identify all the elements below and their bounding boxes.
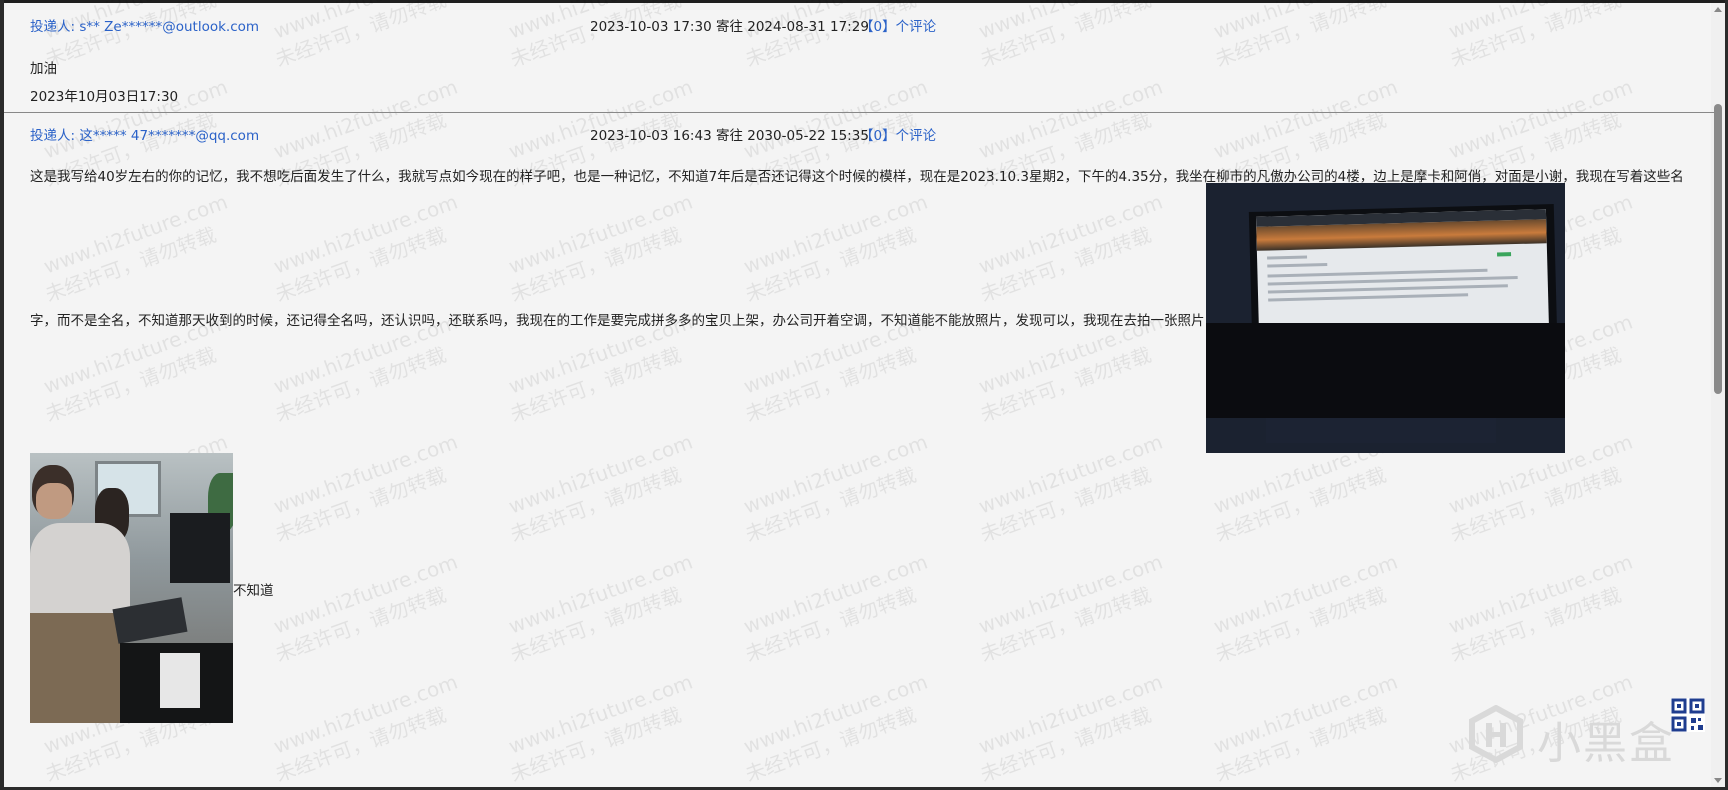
xiaoheihe-logo-text: 小黑盒 [1537, 718, 1675, 769]
entry-2-caption: 不知道 [233, 583, 274, 599]
qr-code-icon [1671, 698, 1705, 732]
entry-1-sent-at: 2023-10-03 17:30 [590, 19, 712, 35]
entry-divider [4, 112, 1714, 113]
entry-1-comment-count: 【0】 [860, 19, 896, 35]
entry-1-dates: 2023-10-03 17:30 寄往 2024-08-31 17:29 [590, 15, 869, 35]
entry-2-body-line-2: 字，而不是全名，不知道那天收到的时候，还记得全名吗，还认识吗，还联系吗，我现在的… [30, 313, 1205, 329]
office-photo[interactable] [30, 453, 233, 723]
entry-2-comments-link[interactable]: 【0】个评论 [860, 124, 936, 144]
xiaoheihe-hexagon-icon [1469, 705, 1523, 763]
entry-2-sender-prefix: 投递人: [30, 128, 76, 144]
entry-2-sent-at: 2023-10-03 16:43 [590, 128, 712, 144]
monitor-photo[interactable] [1206, 183, 1565, 453]
letter-list: 投递人: s** Ze******@outlook.com 2023-10-03… [0, 0, 1728, 790]
entry-1-deliver-label: 寄往 [715, 19, 743, 35]
entry-2-sender-email: 这***** 47*******@qq.com [79, 128, 260, 144]
entry-2-deliver-label: 寄往 [715, 128, 743, 144]
entry-2-sender[interactable]: 投递人: 这***** 47*******@qq.com [30, 124, 259, 144]
entry-1-sender-prefix: 投递人: [30, 19, 76, 35]
entry-2-deliver-at: 2030-05-22 15:35 [747, 128, 869, 144]
entry-2-comment-count: 【0】 [860, 128, 896, 144]
entry-1-sender-email: s** Ze******@outlook.com [79, 19, 260, 35]
entry-1-sender[interactable]: 投递人: s** Ze******@outlook.com [30, 15, 259, 35]
entry-1-comment-label: 个评论 [895, 19, 937, 35]
entry-1-comments-link[interactable]: 【0】个评论 [860, 15, 936, 35]
entry-1-date: 2023年10月03日17:30 [30, 89, 179, 105]
entry-2-body-line-1: 这是我写给40岁左右的你的记忆，我不想吃后面发生了什么，我就写点如今现在的样子吧… [30, 169, 1684, 185]
entry-2-dates: 2023-10-03 16:43 寄往 2030-05-22 15:35 [590, 124, 869, 144]
entry-1-body: 加油 [30, 61, 57, 77]
entry-2-comment-label: 个评论 [895, 128, 937, 144]
entry-1-deliver-at: 2024-08-31 17:29 [747, 19, 869, 35]
